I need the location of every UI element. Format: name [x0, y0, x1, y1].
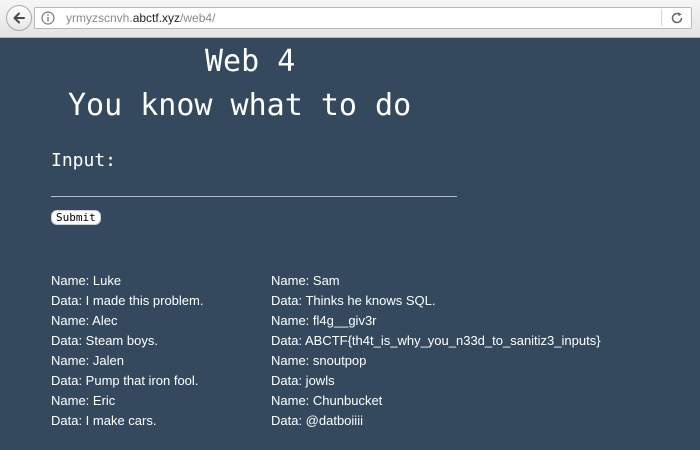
results-column-right: Name: Sam Data: Thinks he knows SQL. Nam… — [271, 271, 601, 431]
browser-toolbar: yrmyzscnvh.abctf.xyz/web4/ — [0, 0, 700, 38]
result-name: Name: fl4g__giv3r — [271, 313, 377, 328]
results-column-left: Name: Luke Data: I made this problem. Na… — [51, 271, 203, 431]
url-text[interactable]: yrmyzscnvh.abctf.xyz/web4/ — [66, 8, 215, 28]
result-name: Name: Chunbucket — [271, 393, 383, 408]
address-bar[interactable]: yrmyzscnvh.abctf.xyz/web4/ — [34, 7, 692, 29]
reload-icon[interactable] — [670, 11, 684, 25]
submit-button[interactable]: Submit — [51, 210, 101, 225]
result-data: Data: ABCTF{th4t_is_why_you_n33d_to_sani… — [271, 333, 601, 348]
back-button[interactable] — [6, 5, 32, 31]
page-subtitle: You know what to do — [68, 88, 412, 123]
result-name: Name: Jalen — [51, 353, 124, 368]
result-data: Data: I made this problem. — [51, 293, 204, 308]
result-name: Name: snoutpop — [271, 353, 367, 368]
result-data: Data: jowls — [271, 373, 335, 388]
address-bar-divider — [661, 10, 662, 26]
page-title: Web 4 — [205, 44, 296, 79]
result-name: Name: Luke — [51, 273, 122, 288]
query-input[interactable] — [51, 176, 457, 197]
result-data: Data: Pump that iron fool. — [51, 373, 199, 388]
result-name: Name: Eric — [51, 393, 116, 408]
url-path: /web4/ — [180, 11, 216, 25]
info-icon[interactable] — [41, 11, 55, 25]
result-data: Data: I make cars. — [51, 413, 157, 428]
back-arrow-icon — [13, 12, 25, 24]
url-domain: abctf.xyz — [132, 11, 181, 25]
result-name: Name: Alec — [51, 313, 118, 328]
input-label: Input: — [51, 150, 117, 171]
result-data: Data: @datboiiii — [271, 413, 363, 428]
url-subdomain: yrmyzscnvh. — [66, 11, 133, 25]
result-name: Name: Sam — [271, 273, 340, 288]
result-data: Data: Thinks he knows SQL. — [271, 293, 436, 308]
result-data: Data: Steam boys. — [51, 333, 158, 348]
